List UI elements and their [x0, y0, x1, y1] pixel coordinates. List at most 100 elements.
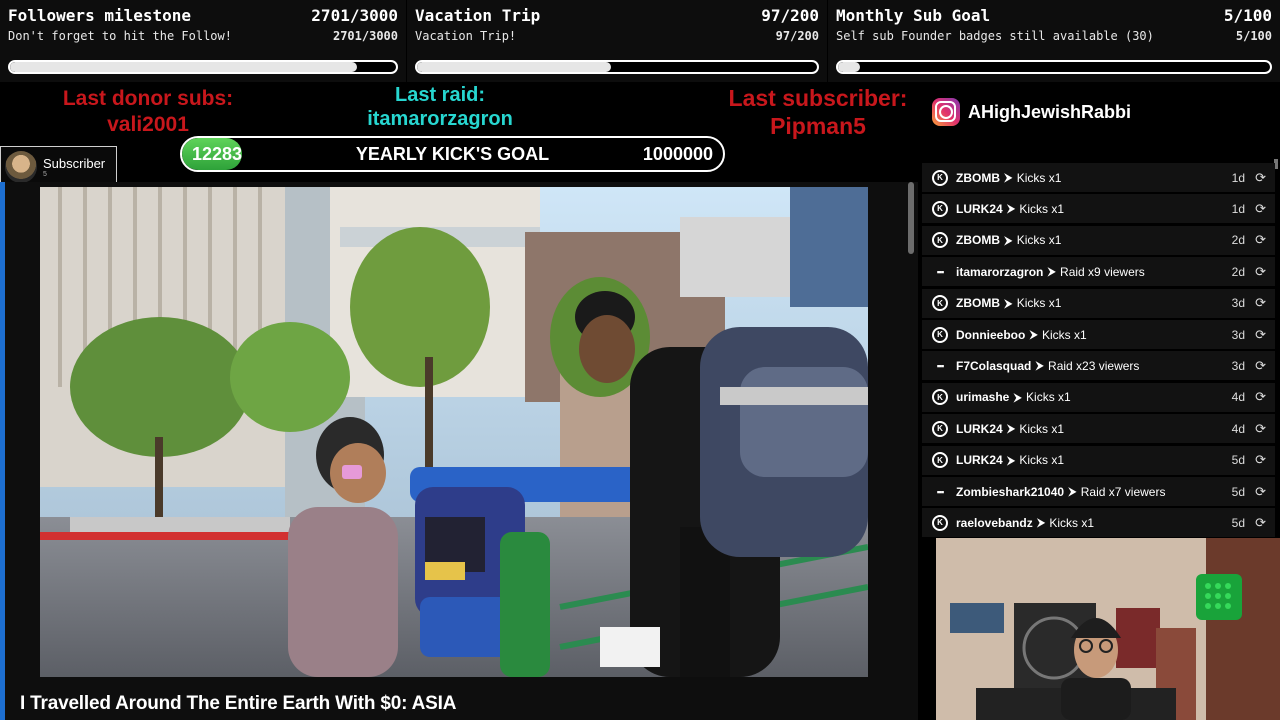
instagram-name: AHighJewishRabbi [968, 101, 1132, 122]
feed-user: F7Colasquad [956, 358, 1032, 373]
activity-feed[interactable]: K ZBOMB ⮞ Kicks x1 1d ⟳ K LURK24 ⮞ Kicks x1 1d ⟳ K ZB… [920, 157, 1280, 537]
feed-user: ZBOMB [956, 170, 1000, 185]
feed-action: Raid x23 viewers [1048, 358, 1140, 373]
feed-item[interactable]: K Donnieeboo ⮞ Kicks x1 3d ⟳ [922, 320, 1275, 349]
feed-item[interactable]: K LURK24 ⮞ Kicks x1 1d ⟳ [922, 194, 1275, 224]
feed-user: LURK24 [956, 421, 1003, 436]
avatar [5, 150, 37, 183]
separator-icon: ⮞ [1004, 170, 1013, 184]
last-donor-name: vali2001 [107, 113, 189, 136]
last-donor-label: Last donor subs: [62, 87, 234, 110]
goal-progress-fill [10, 62, 358, 72]
goal-vacation: Vacation Trip 97/200 Vacation Trip! 97/200 [407, 0, 827, 82]
instagram-icon [932, 98, 960, 126]
replay-icon[interactable]: ⟳ [1255, 515, 1266, 531]
feed-action: Kicks x1 [1019, 201, 1065, 216]
feed-action: Kicks x1 [1026, 390, 1071, 405]
feed-item[interactable]: ▪▪▪ Zombieshark21040 ⮞ Raid x7 viewers 5d ⟳ [922, 477, 1275, 506]
feed-item[interactable]: K ZBOMB ⮞ Kicks x1 1d ⟳ [922, 163, 1275, 192]
separator-icon: ⮞ [1047, 264, 1057, 279]
last-raid-label: Last raid: [394, 84, 486, 106]
feed-time: 1d [1231, 201, 1245, 216]
webcam-feed [936, 538, 1280, 720]
feed-user: LURK24 [956, 201, 1003, 216]
goal-followers: Followers milestone 2701/3000 Don't forge… [0, 0, 406, 82]
replay-icon[interactable]: ⟳ [1255, 201, 1266, 217]
yearly-goal-target: 1000000 [642, 144, 713, 164]
replay-icon[interactable]: ⟳ [1255, 358, 1266, 374]
goal-subtitle: Self sub Founder badges still available … [836, 29, 1154, 43]
separator-icon: ⮞ [1029, 327, 1039, 341]
feed-action: Kicks x1 [1042, 327, 1087, 342]
goal-title: Vacation Trip [415, 6, 541, 25]
last-donor-subs: Last donor subs: vali2001 [40, 86, 256, 138]
goal-progress-bar [415, 60, 819, 74]
feed-item[interactable]: Kraelovebandz ⮞ Kicks x1 5d ⟳ [922, 508, 1275, 537]
replay-icon[interactable]: ⟳ [1255, 421, 1266, 437]
webcam-frame [936, 538, 1280, 720]
replay-icon[interactable]: ⟳ [1255, 389, 1266, 405]
replay-icon[interactable]: ⟳ [1255, 295, 1266, 311]
yearly-goal-bar: 12283 YEARLY KICK'S GOAL 1000000 [180, 136, 725, 172]
feed-item[interactable]: Kurimashe ⮞ Kicks x1 4d ⟳ [922, 382, 1275, 412]
separator-icon: ⮞ [1004, 232, 1013, 247]
feed-user: ZBOMB [956, 296, 1000, 311]
raid-icon: ▪▪▪ [936, 486, 945, 497]
goal-progress-fill [838, 62, 860, 72]
goal-count-secondary: 97/200 [775, 29, 819, 43]
left-accent-strip [0, 182, 5, 720]
separator-icon: ⮞ [1006, 201, 1016, 216]
goal-title: Followers milestone [8, 6, 192, 25]
replay-icon[interactable]: ⟳ [1255, 264, 1266, 280]
feed-action: Kicks x1 [1049, 515, 1095, 530]
goal-subtitle: Don't forget to hit the Follow! [8, 29, 232, 43]
feed-action: Kicks x1 [1019, 421, 1065, 436]
yearly-goal-title: YEARLY KICK'S GOAL [355, 144, 550, 164]
replay-icon[interactable]: ⟳ [1255, 452, 1266, 468]
replay-icon[interactable]: ⟳ [1255, 484, 1266, 500]
kick-icon: K [932, 514, 948, 531]
goal-count: 2701/3000 [311, 6, 398, 25]
raid-icon: ▪▪▪ [936, 360, 945, 371]
separator-icon: ⮞ [1035, 358, 1045, 373]
feed-time: 2d [1231, 264, 1245, 279]
kick-icon: K [932, 420, 948, 437]
kick-icon: K [932, 200, 948, 217]
goal-progress-bar [836, 60, 1272, 74]
subscriber-count: 5 [43, 170, 47, 178]
video-player[interactable] [40, 187, 868, 677]
subscriber-badge: Subscriber 5 [0, 146, 117, 187]
feed-user: Donnieeboo [956, 327, 1026, 342]
separator-icon: ⮞ [1006, 421, 1016, 436]
goal-count-secondary: 5/100 [1235, 29, 1272, 43]
kick-icon: K [932, 169, 948, 186]
feed-item[interactable]: K ZBOMB ⮞ Kicks x1 2d ⟳ [922, 225, 1275, 255]
feed-time: 2d [1231, 233, 1245, 248]
feed-item[interactable]: ▪▪▪ itamarorzagron ⮞ Raid x9 viewers 2d ⟳ [922, 257, 1275, 287]
feed-user: ZBOMB [956, 233, 1000, 248]
feed-item[interactable]: K LURK24 ⮞ Kicks x1 4d ⟳ [922, 414, 1275, 444]
feed-time: 5d [1231, 484, 1245, 499]
feed-action: Kicks x1 [1016, 233, 1062, 248]
kick-icon: K [932, 295, 948, 312]
goal-monthly-sub: Monthly Sub Goal 5/100 Self sub Founder b… [828, 0, 1280, 82]
video-scrollbar[interactable] [908, 182, 914, 254]
feed-time: 3d [1231, 327, 1245, 342]
feed-time: 4d [1231, 390, 1245, 405]
kick-icon: K [932, 389, 948, 406]
feed-time: 1d [1231, 170, 1245, 185]
goal-count: 5/100 [1223, 6, 1272, 25]
replay-icon[interactable]: ⟳ [1255, 327, 1266, 343]
feed-user: LURK24 [956, 453, 1003, 468]
feed-action: Kicks x1 [1019, 453, 1065, 468]
kick-icon: K [932, 452, 948, 469]
feed-item[interactable]: ▪▪▪ F7Colasquad ⮞ Raid x23 viewers 3d ⟳ [922, 351, 1275, 381]
separator-icon: ⮞ [1036, 515, 1046, 530]
replay-icon[interactable]: ⟳ [1255, 232, 1266, 248]
feed-item[interactable]: K LURK24 ⮞ Kicks x1 5d ⟳ [922, 445, 1275, 475]
last-raid-name: itamarorzagron [367, 108, 513, 130]
replay-icon[interactable]: ⟳ [1255, 170, 1266, 186]
feed-item[interactable]: K ZBOMB ⮞ Kicks x1 3d ⟳ [922, 288, 1275, 318]
feed-action: Raid x9 viewers [1060, 264, 1145, 279]
last-subscriber-name: Pipman5 [770, 113, 866, 139]
